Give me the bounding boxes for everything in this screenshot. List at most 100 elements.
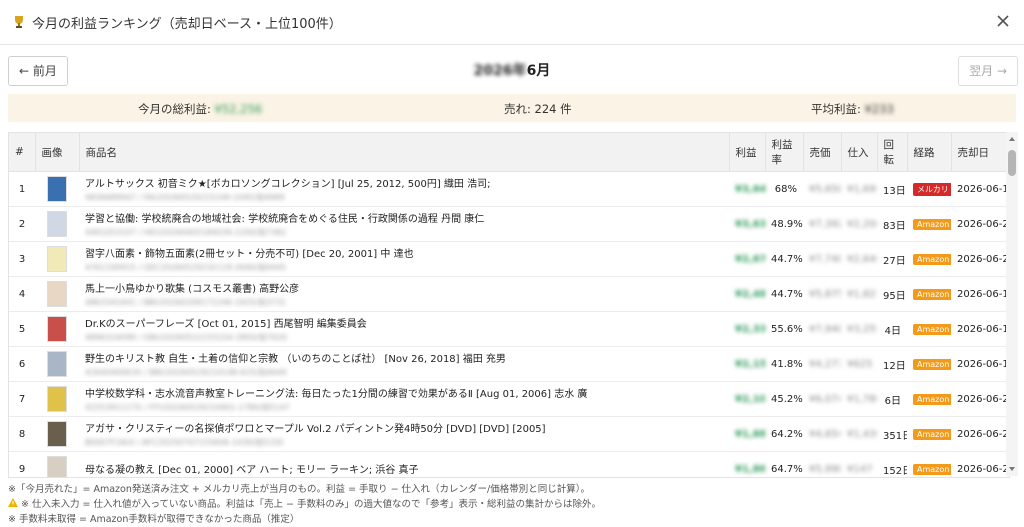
- row-cost: ¥1,825: [841, 276, 877, 312]
- row-price: ¥6,074: [803, 381, 841, 417]
- table-row[interactable]: 4 馬上一小鳥ゆかり歌集 (コスモス叢書) 高野公彦 4863341641 / …: [9, 276, 1009, 312]
- table-row[interactable]: 2 学習と協働: 学校統廃合の地域社会: 学校統廃合をめぐる住民・行政関係の過程…: [9, 206, 1009, 242]
- product-name[interactable]: アガサ・クリスティーの名探偵ポワロとマープル Vol.2 パディントン発4時50…: [85, 420, 723, 435]
- product-code: 4264040063X / BBU20260529210148-625/加464…: [85, 368, 287, 377]
- row-product: 馬上一小鳥ゆかり歌集 (コスモス叢書) 高野公彦 4863341641 / BB…: [79, 276, 729, 312]
- product-code: B0007F2AUI / AFC20250707155606-1430/加515…: [85, 438, 284, 447]
- row-route: Amazon: [907, 451, 951, 477]
- row-date: 2026-06-10: [951, 311, 1009, 347]
- product-name[interactable]: 野生のキリスト教 自生・土着の信仰と宗教 （いのちのことば社） [Nov 26,…: [85, 350, 723, 365]
- product-name[interactable]: 中学校数学科・志水流音声教室トレーニング法: 毎日たった1分間の練習で効果がある…: [85, 385, 723, 400]
- product-thumbnail[interactable]: [47, 386, 67, 412]
- product-thumbnail[interactable]: [47, 316, 67, 342]
- row-thumbnail-cell: [35, 416, 79, 452]
- row-route: Amazon: [907, 381, 951, 417]
- row-date: 2026-06-25: [951, 451, 1009, 477]
- row-cost: ¥1,430: [841, 416, 877, 452]
- footnote: ※「今月売れた」= Amazon発送済み注文 + メルカリ売上が当月のもの。利益…: [8, 484, 590, 495]
- table-row[interactable]: 7 中学校数学科・志水流音声教室トレーニング法: 毎日たった1分間の練習で効果が…: [9, 381, 1009, 417]
- row-rate: 48.9%: [765, 206, 803, 242]
- product-name[interactable]: Dr.Kのスーパーフレーズ [Oct 01, 2015] 西尾智明 編集委員会: [85, 315, 723, 330]
- row-turnover: 6日: [877, 381, 907, 417]
- route-badge: Amazon: [913, 428, 951, 440]
- row-profit: ¥1,862: [729, 451, 765, 477]
- table-row[interactable]: 5 Dr.Kのスーパーフレーズ [Oct 01, 2015] 西尾智明 編集委員…: [9, 311, 1009, 347]
- row-profit: ¥3,640: [729, 171, 765, 207]
- ranking-table: # 画像 商品名 利益 利益率 売価 仕入 回転 経路 売却日 1 アルトサック…: [9, 133, 1009, 477]
- scrollbar-thumb[interactable]: [1008, 150, 1016, 176]
- row-price: ¥7,940: [803, 311, 841, 347]
- col-price[interactable]: 売価: [803, 133, 842, 172]
- ranking-table-container[interactable]: # 画像 商品名 利益 利益率 売価 仕入 回転 経路 売却日 1 アルトサック…: [8, 132, 1010, 478]
- row-product: 野生のキリスト教 自生・土着の信仰と宗教 （いのちのことば社） [Nov 26,…: [79, 346, 729, 382]
- total-profit-value: ¥52,256: [214, 102, 263, 116]
- table-scrollbar[interactable]: [1006, 132, 1018, 476]
- col-image[interactable]: 画像: [35, 133, 80, 172]
- total-profit: 今月の総利益: ¥52,256: [138, 102, 263, 116]
- row-turnover: 4日: [877, 311, 907, 347]
- month-year: 2026年: [473, 63, 527, 79]
- row-thumbnail-cell: [35, 206, 79, 242]
- product-thumbnail[interactable]: [47, 176, 67, 202]
- row-rate: 55.6%: [765, 311, 803, 347]
- row-cost: ¥147: [841, 451, 877, 477]
- product-name[interactable]: 習字八面素・飾物五面素(2冊セット・分売不可) [Dec 20, 2001] 中…: [85, 245, 723, 260]
- warning-icon: [8, 498, 18, 507]
- month-label: 2026年6月: [0, 60, 1024, 80]
- col-profit[interactable]: 利益: [729, 133, 766, 172]
- row-cost: ¥3,259: [841, 311, 877, 347]
- dialog-titlebar: 今月の利益ランキング（売却日ベース・上位100件）: [0, 0, 1024, 45]
- product-code: 4155391117X / FFU20260529210901-1780/加51…: [85, 403, 290, 412]
- product-thumbnail[interactable]: [47, 456, 67, 477]
- col-turnover[interactable]: 回転: [877, 133, 908, 172]
- product-name[interactable]: 学習と協働: 学校統廃合の地域社会: 学校統廃合をめぐる住民・行政関係の過程 丹…: [85, 210, 723, 225]
- product-code: 4896324099 / GBU20260522233154-2850/加792…: [85, 333, 287, 342]
- col-rank[interactable]: #: [9, 133, 36, 172]
- row-turnover: 83日: [877, 206, 907, 242]
- row-date: 2026-06-23: [951, 416, 1009, 452]
- table-row[interactable]: 3 習字八面素・飾物五面素(2冊セット・分売不可) [Dec 20, 2001]…: [9, 241, 1009, 277]
- product-thumbnail[interactable]: [47, 281, 67, 307]
- product-thumbnail[interactable]: [47, 246, 67, 272]
- row-product: アガサ・クリスティーの名探偵ポワロとマープル Vol.2 パディントン発4時50…: [79, 416, 729, 452]
- table-row[interactable]: 6 野生のキリスト教 自生・土着の信仰と宗教 （いのちのことば社） [Nov 2…: [9, 346, 1009, 382]
- row-route: Amazon: [907, 346, 951, 382]
- product-thumbnail[interactable]: [47, 351, 67, 377]
- route-badge: Amazon: [913, 253, 951, 265]
- table-row[interactable]: 9 母なる凝の教え [Dec 01, 2000] ベア ハート; モリー ラーキ…: [9, 451, 1009, 477]
- row-price: ¥5,650: [803, 171, 841, 207]
- row-product: 習字八面素・飾物五面素(2冊セット・分売不可) [Dec 20, 2001] 中…: [79, 241, 729, 277]
- row-turnover: 27日: [877, 241, 907, 277]
- sold-count: 売れ: 224 件: [504, 102, 572, 116]
- col-cost[interactable]: 仕入: [841, 133, 878, 172]
- next-month-button[interactable]: 翌月 →: [958, 56, 1018, 86]
- product-name[interactable]: 馬上一小鳥ゆかり歌集 (コスモス叢書) 高野公彦: [85, 280, 723, 295]
- row-thumbnail-cell: [35, 311, 79, 347]
- scroll-up-icon[interactable]: [1009, 136, 1015, 142]
- row-product: 学習と協働: 学校統廃合の地域社会: 学校統廃合をめぐる住民・行政関係の過程 丹…: [79, 206, 729, 242]
- row-thumbnail-cell: [35, 171, 79, 207]
- row-price: ¥5,990: [803, 451, 841, 477]
- row-cost: ¥1,695: [841, 171, 877, 207]
- row-date: 2026-06-23: [951, 381, 1009, 417]
- row-rank: 1: [9, 171, 35, 207]
- footnote: ※ 仕入未入力 = 仕入れ値が入っていない商品。利益は「売上 − 手数料のみ」の…: [8, 497, 1018, 512]
- route-badge: Amazon: [913, 218, 951, 230]
- row-turnover: 12日: [877, 346, 907, 382]
- col-route[interactable]: 経路: [907, 133, 952, 172]
- product-thumbnail[interactable]: [47, 421, 67, 447]
- table-row[interactable]: 8 アガサ・クリスティーの名探偵ポワロとマープル Vol.2 パディントン発4時…: [9, 416, 1009, 452]
- product-thumbnail[interactable]: [47, 211, 67, 237]
- product-name[interactable]: 母なる凝の教え [Dec 01, 2000] ベア ハート; モリー ラーキン;…: [85, 461, 723, 476]
- product-name[interactable]: アルトサックス 初音ミク★[ボカロソングコレクション] [Jul 25, 201…: [85, 175, 723, 190]
- col-date[interactable]: 売却日: [951, 133, 1009, 172]
- row-route: Amazon: [907, 276, 951, 312]
- col-name[interactable]: 商品名: [79, 133, 730, 172]
- table-row[interactable]: 1 アルトサックス 初音ミク★[ボカロソングコレクション] [Jul 25, 2…: [9, 171, 1009, 207]
- row-product: Dr.Kのスーパーフレーズ [Oct 01, 2015] 西尾智明 編集委員会 …: [79, 311, 729, 347]
- product-code: 4491053107 / HEU20260405184039-2200/加738…: [85, 228, 287, 237]
- close-icon[interactable]: [994, 12, 1012, 30]
- col-rate[interactable]: 利益率: [765, 133, 804, 172]
- scroll-down-icon[interactable]: [1009, 466, 1015, 472]
- row-rank: 2: [9, 206, 35, 242]
